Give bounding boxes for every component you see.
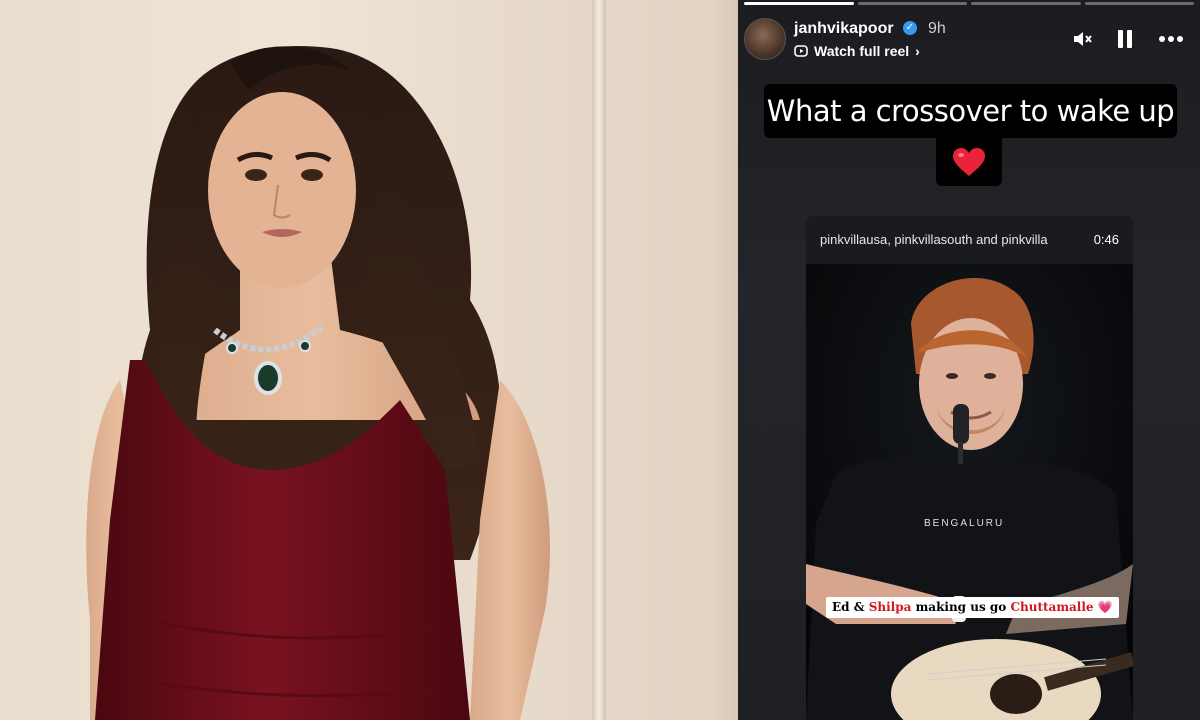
story-caption: What a crossover to wake up to — [764, 84, 1177, 182]
watch-full-reel-link[interactable]: Watch full reel › — [794, 43, 920, 59]
pause-icon — [1118, 30, 1132, 48]
subtitle-text: making us go — [911, 600, 1011, 614]
pink-heart-icon: 💗 — [1097, 600, 1113, 614]
subtitle-text: Ed & — [832, 600, 869, 614]
pause-button[interactable] — [1112, 26, 1138, 52]
story-header: janhvikapoor ✓ 9h Watch full reel › — [738, 12, 1200, 64]
portrait-photo — [0, 0, 738, 720]
subtitle-highlight: Chuttamalle — [1010, 600, 1094, 614]
instagram-story: janhvikapoor ✓ 9h Watch full reel › What… — [738, 0, 1200, 720]
composite-image: janhvikapoor ✓ 9h Watch full reel › What… — [0, 0, 1200, 720]
heart-emoji-box — [936, 138, 1002, 186]
story-progress-bar — [744, 2, 1194, 5]
shirt-text: BENGALURU — [924, 518, 1004, 529]
mute-icon — [1074, 32, 1092, 46]
progress-segment — [744, 2, 854, 5]
reel-duration: 0:46 — [1093, 232, 1119, 247]
reel-subtitle: Ed & Shilpa making us go Chuttamalle 💗 — [826, 597, 1119, 618]
timestamp: 9h — [928, 20, 946, 37]
reel-video-frame: BENGALURU Ed & Shilpa making us go Chutt… — [806, 264, 1133, 720]
more-options-icon — [1159, 36, 1183, 42]
woman-illustration — [86, 46, 550, 720]
mute-button[interactable] — [1069, 26, 1095, 52]
more-options-button[interactable] — [1158, 26, 1184, 52]
reel-header: pinkvillausa, pinkvillasouth and pinkvil… — [806, 216, 1133, 264]
reel-credit: pinkvillausa, pinkvillasouth and pinkvil… — [820, 232, 1048, 247]
progress-segment — [971, 2, 1081, 5]
shared-reel-card[interactable]: pinkvillausa, pinkvillasouth and pinkvil… — [806, 216, 1133, 720]
avatar[interactable] — [744, 18, 786, 60]
verified-badge-icon: ✓ — [903, 21, 917, 35]
progress-segment — [1084, 2, 1194, 5]
watch-full-reel-label: Watch full reel — [814, 43, 910, 59]
reel-icon — [794, 45, 808, 57]
subtitle-highlight: Shilpa — [868, 600, 912, 614]
heart-icon — [953, 148, 985, 176]
chevron-right-icon: › — [915, 43, 920, 59]
username[interactable]: janhvikapoor — [794, 20, 894, 38]
progress-segment — [857, 2, 967, 5]
performer-illustration: BENGALURU — [806, 264, 1133, 720]
